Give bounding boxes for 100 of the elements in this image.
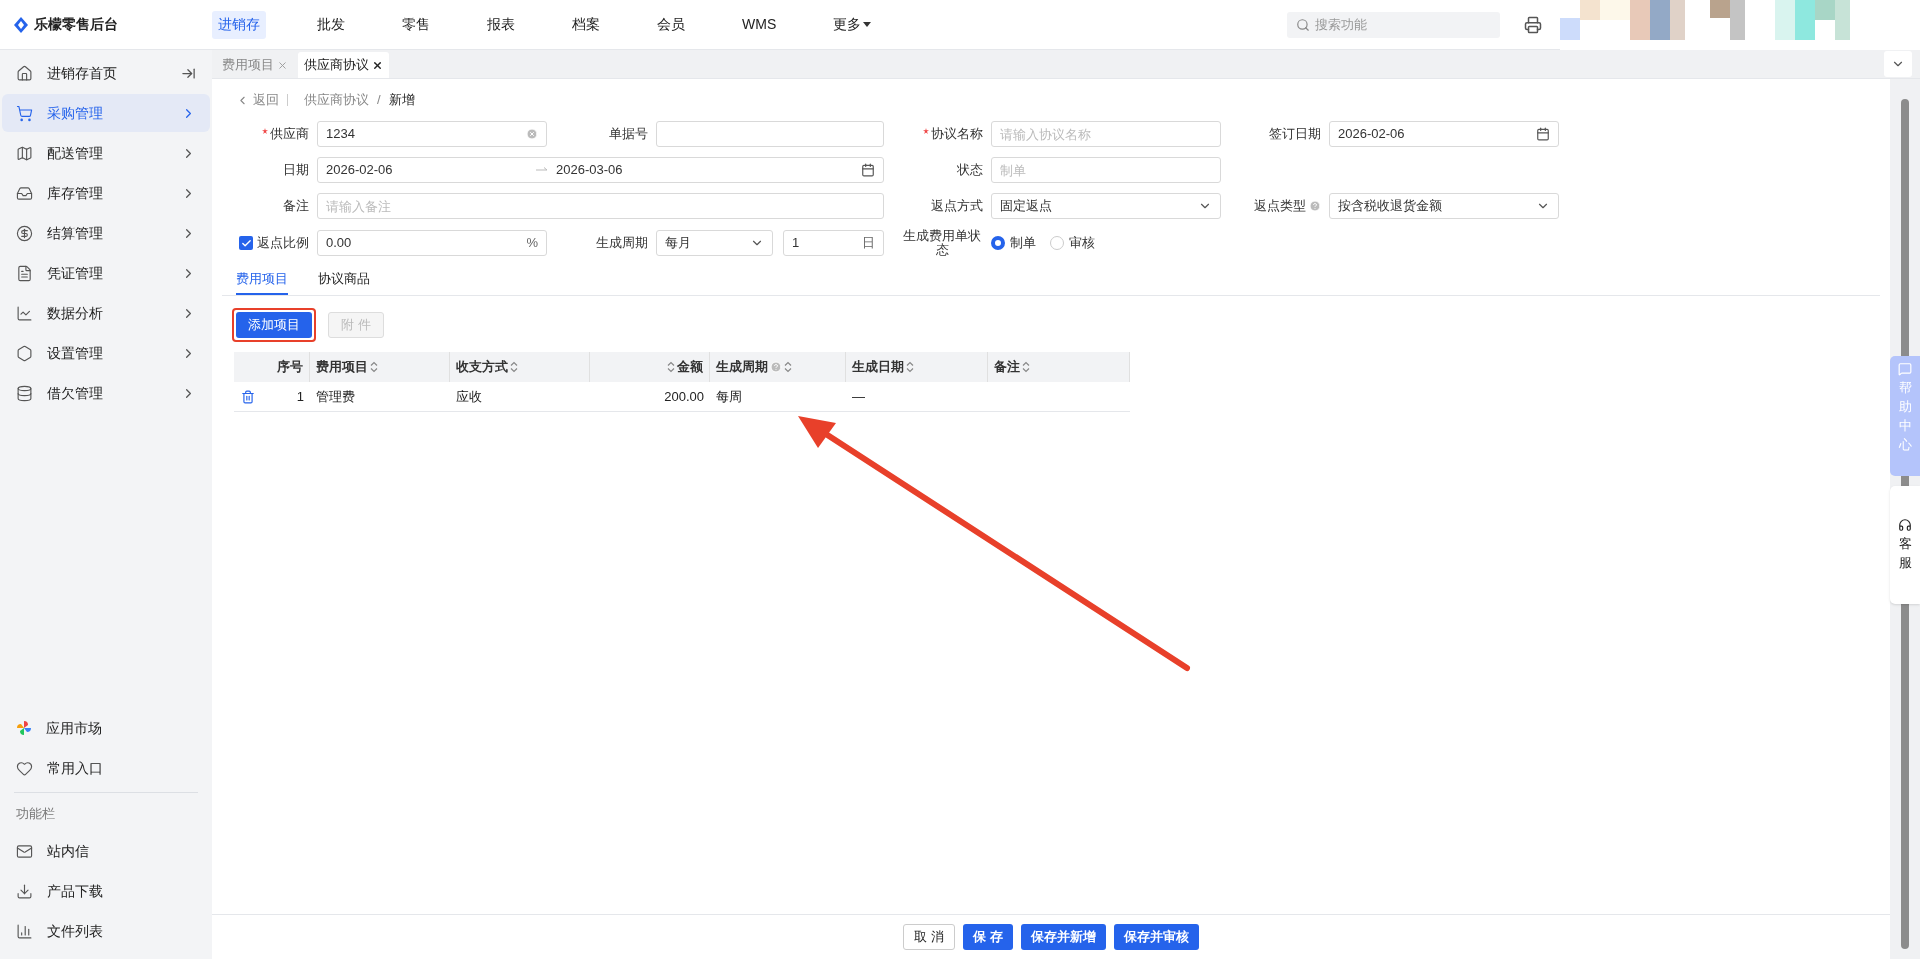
line-chart-icon xyxy=(16,304,33,322)
nav-tab[interactable]: 进销存 xyxy=(212,10,266,39)
bar-chart-icon xyxy=(16,922,33,940)
sort-icon[interactable] xyxy=(667,361,675,373)
tray-icon xyxy=(16,184,33,202)
nav-tab[interactable]: 会员 xyxy=(651,10,691,39)
sidebar-item[interactable]: 数据分析 xyxy=(2,294,210,332)
sidebar-item[interactable]: 站内信 xyxy=(2,831,210,871)
day-field[interactable]: 1 日 xyxy=(783,230,884,256)
nav-tab[interactable]: 批发 xyxy=(311,10,351,39)
nav-tab[interactable]: 更多 xyxy=(827,10,878,39)
table-cell-text: 1 xyxy=(296,387,304,406)
nav-tab[interactable]: WMS xyxy=(736,10,783,39)
page-tab[interactable]: 供应商协议 xyxy=(298,52,389,78)
radio-option[interactable]: 审核 xyxy=(1050,233,1095,253)
input-field[interactable]: 请输入备注 xyxy=(317,193,884,219)
close-icon[interactable] xyxy=(372,59,383,71)
field-label: 生成周期 xyxy=(596,234,648,253)
date-field[interactable]: 2026-02-06 xyxy=(1329,121,1559,147)
field-label: 状态 xyxy=(957,161,983,180)
select-field[interactable]: 固定返点 xyxy=(991,193,1221,219)
column-header[interactable]: 收支方式 xyxy=(450,352,590,382)
nav-tab[interactable]: 报表 xyxy=(481,10,521,39)
footer-button[interactable]: 取 消 xyxy=(903,924,955,950)
column-header[interactable]: 备注 xyxy=(988,352,1130,382)
cart-icon xyxy=(16,104,33,122)
column-header[interactable]: 生成周期 xyxy=(710,352,846,382)
back-link[interactable]: 返回 xyxy=(236,90,279,110)
table-cell-text: 每周 xyxy=(716,387,742,406)
field-label: 协议名称 xyxy=(931,125,983,144)
app-name: 乐檬零售后台 xyxy=(34,15,118,34)
sub-tab[interactable]: 费用项目 xyxy=(236,265,288,295)
sidebar-item[interactable]: 借欠管理 xyxy=(2,374,210,412)
input-field[interactable]: 制单 xyxy=(991,157,1221,183)
sidebar-item[interactable]: 凭证管理 xyxy=(2,254,210,292)
column-header: 序号 xyxy=(262,352,310,382)
sidebar-item[interactable]: 设置管理 xyxy=(2,334,210,372)
heart-icon xyxy=(16,759,33,777)
nav-tab[interactable]: 零售 xyxy=(396,10,436,39)
search-field[interactable]: 搜索功能 xyxy=(1287,11,1500,38)
sidebar-item[interactable]: 产品下载 xyxy=(2,871,210,911)
footer-button[interactable]: 保存并审核 xyxy=(1113,924,1199,950)
field-label: 返点比例 xyxy=(257,234,309,253)
sidebar-item[interactable]: 结算管理 xyxy=(2,214,210,252)
percent-field[interactable]: 0.00 % xyxy=(317,230,547,256)
sort-icon[interactable] xyxy=(1022,361,1030,373)
input-field[interactable]: 请输入协议名称 xyxy=(991,121,1221,147)
sidebar-item[interactable]: 配送管理 xyxy=(2,134,210,172)
input-field[interactable] xyxy=(656,121,884,147)
delete-icon[interactable] xyxy=(241,389,255,404)
document-icon xyxy=(16,264,33,282)
clear-icon[interactable] xyxy=(526,128,538,140)
tab-menu-button[interactable] xyxy=(1884,51,1912,77)
column-header[interactable]: 生成日期 xyxy=(846,352,988,382)
table-cell-text: 应收 xyxy=(456,387,482,406)
sidebar-item[interactable]: 采购管理 xyxy=(2,94,210,132)
sort-icon[interactable] xyxy=(370,361,378,373)
field-label: 备注 xyxy=(283,197,309,216)
customer-service-button[interactable]: 客服 xyxy=(1890,486,1920,604)
footer-button[interactable]: 保存并新增 xyxy=(1020,924,1106,950)
map-icon xyxy=(16,144,33,162)
hexagon-icon xyxy=(16,344,33,362)
pinwheel-icon xyxy=(16,720,32,736)
select-field[interactable]: 按含税收退货金额 xyxy=(1329,193,1559,219)
breadcrumb-separator: / xyxy=(377,91,381,110)
column-header[interactable]: 费用项目 xyxy=(310,352,450,382)
select-field[interactable]: 每月 xyxy=(656,230,773,256)
supplier-field[interactable]: 1234 xyxy=(317,121,547,147)
checkbox[interactable] xyxy=(239,236,253,250)
sidebar-item[interactable]: 应用市场 xyxy=(2,708,210,748)
sidebar-item[interactable]: 常用入口 xyxy=(2,748,210,788)
sort-icon[interactable] xyxy=(906,361,914,373)
action-button[interactable]: 添加项目 xyxy=(236,312,312,338)
section-title: 功能栏 xyxy=(16,805,55,824)
column-header[interactable]: 金额 xyxy=(590,352,710,382)
sidebar-item[interactable]: 库存管理 xyxy=(2,174,210,212)
field-label: 签订日期 xyxy=(1269,125,1321,144)
table-cell-text: 200.00 xyxy=(664,387,704,406)
field-label: 日期 xyxy=(283,161,309,180)
sort-icon[interactable] xyxy=(784,361,792,373)
coins-icon xyxy=(16,384,33,402)
field-label: 单据号 xyxy=(609,125,648,144)
breadcrumb-link[interactable]: 供应商协议 xyxy=(304,90,369,110)
sub-tab[interactable]: 协议商品 xyxy=(318,265,370,295)
sidebar-item[interactable]: 进销存首页 xyxy=(2,54,210,92)
nav-tab[interactable]: 档案 xyxy=(566,10,606,39)
dollar-icon xyxy=(16,224,33,242)
sidebar-item[interactable]: 文件列表 xyxy=(2,911,210,951)
table-cell-text: 管理费 xyxy=(316,387,355,406)
headset-icon xyxy=(1898,518,1912,533)
footer-button[interactable]: 保 存 xyxy=(963,924,1013,950)
calendar-icon xyxy=(861,163,875,177)
home-icon xyxy=(16,64,33,82)
field-label: 生成费用单状态 xyxy=(902,229,982,257)
date-range-field[interactable]: 2026-02-06 2026-03-06 xyxy=(317,157,884,183)
radio-option[interactable]: 制单 xyxy=(991,233,1036,253)
sort-icon[interactable] xyxy=(510,361,518,373)
table-cell-text: — xyxy=(852,387,865,406)
search-icon xyxy=(1296,17,1310,32)
printer-icon[interactable] xyxy=(1524,15,1542,34)
